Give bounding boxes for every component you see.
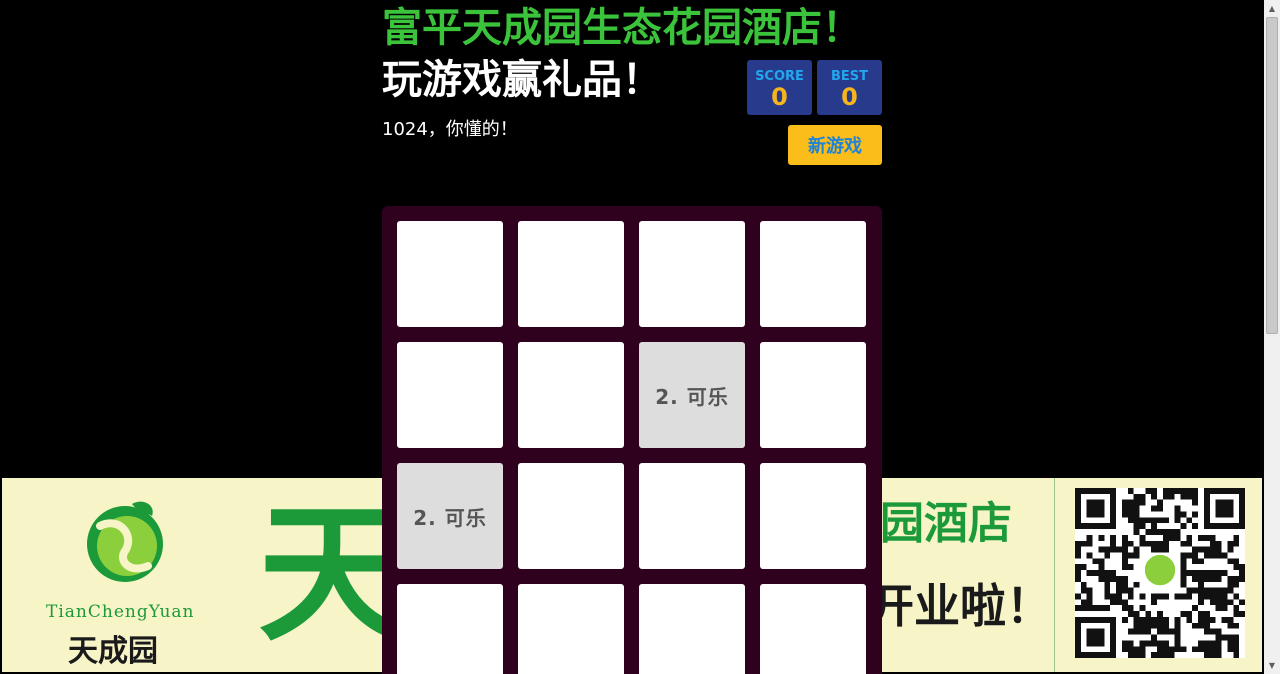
scroll-up-icon[interactable]: ▲ [1264,0,1280,17]
empty-cell [518,463,624,569]
scroll-thumb[interactable] [1266,17,1278,334]
scroll-down-icon[interactable]: ▼ [1264,657,1280,674]
game-page: 富平天成园生态花园酒店！ 玩游戏赢礼品！ 1024，你懂的！ SCORE 0 B… [0,0,1280,674]
score-box: SCORE 0 [747,60,812,115]
best-box: BEST 0 [817,60,882,115]
tagline: 1024，你懂的！ [382,119,518,140]
empty-cell [760,584,866,674]
tianchengyuan-logo-icon [87,501,163,582]
empty-cell [397,342,503,448]
score-value: 0 [771,83,788,111]
tile: 2. 可乐 [397,463,503,569]
empty-cell [760,221,866,327]
site-title: 富平天成园生态花园酒店！ [382,5,862,51]
empty-cell [397,584,503,674]
empty-cell [518,584,624,674]
score-label: SCORE [755,69,804,84]
empty-cell [760,463,866,569]
qr-code-icon[interactable] [1075,488,1245,658]
empty-cell [518,221,624,327]
empty-cell [518,342,624,448]
empty-cell [639,584,745,674]
vertical-scrollbar[interactable]: ▲ ▼ [1264,0,1280,674]
empty-cell [397,221,503,327]
empty-cell [639,463,745,569]
game-board[interactable]: 2. 可乐 2. 可乐 [382,206,882,674]
game-title: 玩游戏赢礼品！ [382,57,662,103]
best-value: 0 [841,83,858,111]
new-game-button[interactable]: 新游戏 [788,125,882,165]
empty-cell [760,342,866,448]
tile: 2. 可乐 [639,342,745,448]
best-label: BEST [830,69,869,84]
qr-panel [1054,478,1262,672]
empty-cell [639,221,745,327]
banner-brand-cn: 天成园 [68,634,158,669]
banner-brand-en: TianChengYuan [46,602,195,622]
